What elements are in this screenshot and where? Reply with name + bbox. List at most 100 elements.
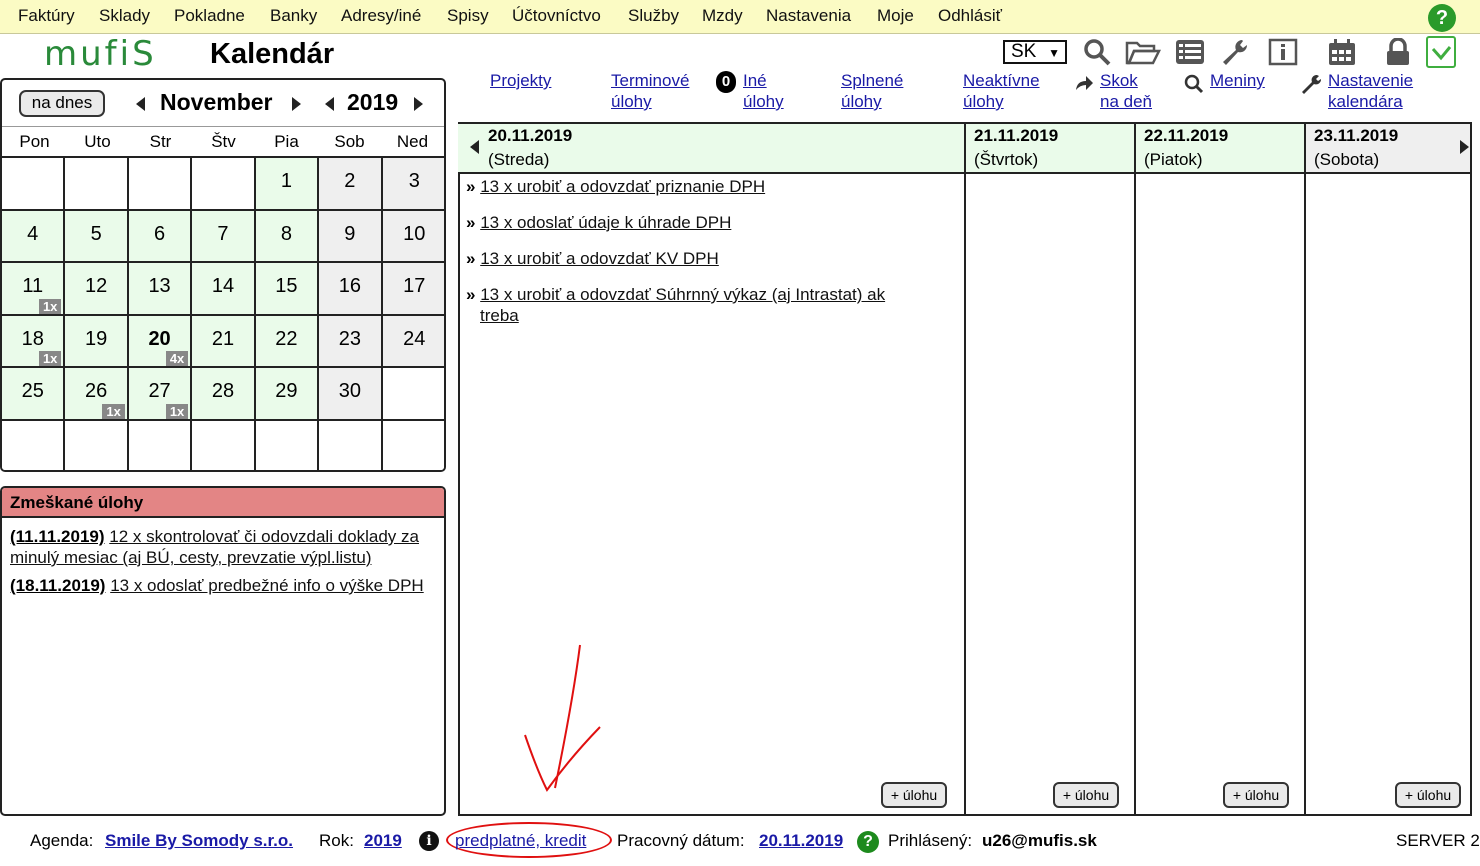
prev-days-icon[interactable] xyxy=(470,140,479,154)
calendar-day-28[interactable]: 28 xyxy=(192,368,256,421)
calendar-day-11[interactable]: 11 1x xyxy=(2,263,66,316)
calendar-day-27[interactable]: 27 1x xyxy=(128,368,193,421)
calendar-day-4[interactable]: 4 xyxy=(2,210,66,263)
add-task-button[interactable]: + úlohu xyxy=(1223,782,1289,808)
prev-month-icon[interactable] xyxy=(136,97,145,111)
folder-open-icon[interactable] xyxy=(1125,38,1161,66)
menu-mzdy[interactable]: Mzdy xyxy=(702,6,743,26)
calendar-day-9[interactable]: 9 xyxy=(319,210,383,263)
nav-skok-na-den[interactable]: Skok na deň xyxy=(1100,70,1152,112)
calendar-day-23[interactable]: 23 xyxy=(319,315,383,368)
missed-task-link[interactable]: 13 x odoslať predbežné info o výške DPH xyxy=(110,576,424,595)
calendar-day-18[interactable]: 18 1x xyxy=(2,315,66,368)
nav-ine-ulohy[interactable]: Iné úlohy xyxy=(743,70,784,112)
nav-terminove-ulohy[interactable]: Terminové úlohy xyxy=(611,70,689,112)
nav-terminove-line2[interactable]: úlohy xyxy=(611,92,652,111)
subscription-credit-link[interactable]: predplatné, kredit xyxy=(455,831,586,851)
menu-adresy[interactable]: Adresy/iné xyxy=(341,6,421,26)
nav-neaktivne-ulohy[interactable]: Neaktívne úlohy xyxy=(963,70,1040,112)
missed-task-date[interactable]: (11.11.2019) xyxy=(10,527,105,546)
info-icon[interactable]: i xyxy=(419,831,439,851)
nav-terminove-line1[interactable]: Terminové xyxy=(611,71,689,90)
calendar-day-21[interactable]: 21 xyxy=(192,315,256,368)
task-link[interactable]: 13 x urobiť a odovzdať Súhrnný výkaz (aj… xyxy=(480,285,885,325)
nav-splnene-line2[interactable]: úlohy xyxy=(841,92,882,111)
agenda-link[interactable]: Smile By Somody s.r.o. xyxy=(105,831,293,851)
nav-splnene-line1[interactable]: Splnené xyxy=(841,71,903,90)
nav-ine-line1[interactable]: Iné xyxy=(743,71,767,90)
calendar-day-19[interactable]: 19 xyxy=(65,315,129,368)
calendar-day-25[interactable]: 25 xyxy=(2,368,66,421)
task-link[interactable]: 13 x urobiť a odovzdať priznanie DPH xyxy=(480,177,765,196)
menu-moje[interactable]: Moje xyxy=(877,6,914,26)
search-icon[interactable] xyxy=(1082,38,1112,66)
calendar-day-24[interactable]: 24 xyxy=(382,315,444,368)
help-icon[interactable]: ? xyxy=(1428,4,1456,32)
help-icon[interactable]: ? xyxy=(857,831,879,853)
rok-link[interactable]: 2019 xyxy=(364,831,402,851)
calendar-day-15[interactable]: 15 xyxy=(255,263,320,316)
calendar-day-30[interactable]: 30 xyxy=(319,368,383,421)
wrench-icon[interactable] xyxy=(1220,38,1250,66)
info-box-icon[interactable] xyxy=(1268,38,1298,66)
menu-pokladne[interactable]: Pokladne xyxy=(174,6,245,26)
nav-projekty-label[interactable]: Projekty xyxy=(490,71,551,90)
menu-odhlasit[interactable]: Odhlásiť xyxy=(938,6,1002,26)
calendar-day-1[interactable]: 1 xyxy=(255,158,320,211)
working-date-link[interactable]: 20.11.2019 xyxy=(759,831,843,851)
calendar-day-29[interactable]: 29 xyxy=(255,368,320,421)
nav-projekty[interactable]: Projekty xyxy=(490,70,551,91)
calendar-day-17[interactable]: 17 xyxy=(382,263,444,316)
calendar-day-14[interactable]: 14 xyxy=(192,263,256,316)
menu-sklady[interactable]: Sklady xyxy=(99,6,150,26)
calendar-day-20[interactable]: 20 4x xyxy=(128,315,193,368)
calendar-day-26[interactable]: 26 1x xyxy=(65,368,129,421)
calendar-day-8[interactable]: 8 xyxy=(255,210,320,263)
menu-nastavenia[interactable]: Nastavenia xyxy=(766,6,851,26)
add-task-button[interactable]: + úlohu xyxy=(881,782,947,808)
menu-banky[interactable]: Banky xyxy=(270,6,317,26)
nav-meniny[interactable]: Meniny xyxy=(1210,70,1265,91)
list-icon[interactable] xyxy=(1175,38,1205,66)
menu-faktury[interactable]: Faktúry xyxy=(18,6,75,26)
next-days-icon[interactable] xyxy=(1460,140,1469,154)
nav-meniny-label[interactable]: Meniny xyxy=(1210,71,1265,90)
prev-year-icon[interactable] xyxy=(325,97,334,111)
calendar-day-5[interactable]: 5 xyxy=(65,210,129,263)
weekday-label: Pon xyxy=(19,132,50,151)
next-year-icon[interactable] xyxy=(414,97,423,111)
calendar-day-7[interactable]: 7 xyxy=(192,210,256,263)
calendar-day-16[interactable]: 16 xyxy=(319,263,383,316)
nav-nastavenie-kalendara[interactable]: Nastavenie kalendára xyxy=(1328,70,1413,112)
lock-icon[interactable] xyxy=(1383,38,1413,66)
task-link[interactable]: 13 x odoslať údaje k úhrade DPH xyxy=(480,213,731,232)
nav-nastavenie-line2[interactable]: kalendára xyxy=(1328,92,1403,111)
next-month-icon[interactable] xyxy=(292,97,301,111)
nav-ine-line2[interactable]: úlohy xyxy=(743,92,784,111)
calendar-day-13[interactable]: 13 xyxy=(128,263,193,316)
calendar-day-12[interactable]: 12 xyxy=(65,263,129,316)
nav-neaktivne-line2[interactable]: úlohy xyxy=(963,92,1004,111)
menu-sluzby[interactable]: Služby xyxy=(628,6,679,26)
add-task-button[interactable]: + úlohu xyxy=(1053,782,1119,808)
nav-splnene-ulohy[interactable]: Splnené úlohy xyxy=(841,70,903,112)
calendar-day-10[interactable]: 10 xyxy=(382,210,444,263)
today-button[interactable]: na dnes xyxy=(19,90,105,117)
nav-skok-line1[interactable]: Skok xyxy=(1100,71,1138,90)
mufis-logo[interactable]: mufiS xyxy=(44,34,157,74)
calendar-day-2[interactable]: 2 xyxy=(319,158,383,211)
calendar-icon[interactable] xyxy=(1327,38,1357,66)
nav-skok-line2[interactable]: na deň xyxy=(1100,92,1152,111)
missed-task-date[interactable]: (18.11.2019) xyxy=(10,576,105,595)
nav-neaktivne-line1[interactable]: Neaktívne xyxy=(963,71,1040,90)
calendar-day-22[interactable]: 22 xyxy=(255,315,320,368)
menu-uctovnictvo[interactable]: Účtovníctvo xyxy=(512,6,601,26)
language-select[interactable]: SK ▼ xyxy=(1003,40,1067,64)
task-link[interactable]: 13 x urobiť a odovzdať KV DPH xyxy=(480,249,719,268)
add-task-button[interactable]: + úlohu xyxy=(1395,782,1461,808)
calendar-day-3[interactable]: 3 xyxy=(382,158,444,211)
menu-spisy[interactable]: Spisy xyxy=(447,6,489,26)
calendar-day-6[interactable]: 6 xyxy=(128,210,193,263)
collapse-check-button[interactable] xyxy=(1426,36,1456,68)
nav-nastavenie-line1[interactable]: Nastavenie xyxy=(1328,71,1413,90)
